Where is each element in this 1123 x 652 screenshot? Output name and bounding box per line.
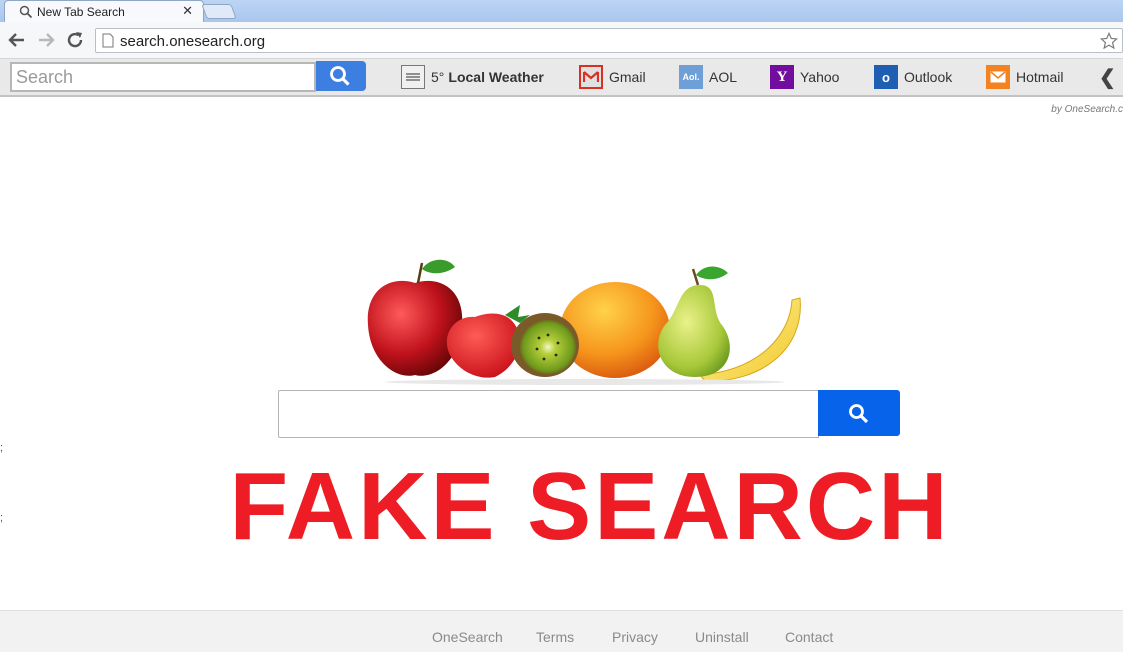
new-tab-button[interactable]	[201, 4, 237, 19]
toolbar-link-yahoo[interactable]: Y Yahoo	[770, 64, 839, 90]
footer-link-uninstall[interactable]: Uninstall	[695, 629, 749, 645]
aol-icon: Aol.	[679, 65, 703, 89]
link-label: Hotmail	[1016, 69, 1064, 85]
bookmark-star-icon[interactable]	[1100, 32, 1118, 50]
gmail-icon	[579, 65, 603, 89]
reload-icon[interactable]	[63, 28, 87, 52]
byline: by OneSearch.c	[1051, 104, 1123, 115]
fake-search-banner: FAKE SEARCH	[229, 453, 951, 560]
back-arrow-icon[interactable]	[5, 28, 29, 52]
footer-link-onesearch[interactable]: OneSearch	[432, 629, 503, 645]
onesearch-toolbar: 5° Local Weather Gmail Aol. AOL Y Yahoo …	[0, 59, 1123, 97]
search-icon	[330, 66, 350, 86]
link-label: Outlook	[904, 69, 953, 85]
url-text: search.onesearch.org	[120, 33, 266, 50]
toolbar-link-gmail[interactable]: Gmail	[579, 64, 646, 90]
stray-text: ;	[0, 512, 4, 524]
link-label: Yahoo	[800, 69, 840, 85]
toolbar-link-hotmail[interactable]: Hotmail	[986, 64, 1063, 90]
weather-widget[interactable]: 5° Local Weather	[401, 64, 544, 90]
toolbar-search-input[interactable]	[10, 62, 316, 92]
toolbar-link-outlook[interactable]: o Outlook	[874, 64, 952, 90]
yahoo-icon: Y	[770, 65, 794, 89]
hotmail-icon	[986, 65, 1010, 89]
stray-text: ;	[0, 442, 4, 454]
toolbar-collapse-icon[interactable]: ❮	[1099, 65, 1116, 90]
footer-link-terms[interactable]: Terms	[536, 629, 574, 645]
toolbar-link-aol[interactable]: Aol. AOL	[679, 64, 737, 90]
address-bar[interactable]: search.onesearch.org	[95, 28, 1123, 53]
page-icon	[102, 33, 114, 48]
search-icon	[849, 404, 869, 424]
weather-icon	[401, 65, 425, 89]
forward-arrow-icon[interactable]	[34, 28, 58, 52]
footer-link-contact[interactable]: Contact	[785, 629, 833, 645]
tab-title: New Tab Search	[37, 5, 125, 19]
browser-title-bar: New Tab Search ✕	[0, 0, 1123, 24]
navigation-bar: search.onesearch.org	[0, 22, 1123, 59]
search-icon	[19, 5, 33, 19]
link-label: AOL	[709, 69, 738, 85]
main-search-button[interactable]	[818, 390, 900, 436]
tab-close-icon[interactable]: ✕	[182, 3, 193, 19]
browser-tab[interactable]: New Tab Search ✕	[4, 0, 204, 24]
footer: OneSearch Terms Privacy Uninstall Contac…	[0, 610, 1123, 652]
link-label: Gmail	[609, 69, 646, 85]
toolbar-search-button[interactable]	[316, 61, 366, 91]
weather-temp: 5°	[431, 69, 445, 85]
fruit-logo-image	[367, 259, 801, 385]
footer-link-privacy[interactable]: Privacy	[612, 629, 658, 645]
main-search-input[interactable]	[278, 390, 819, 438]
weather-label: Local Weather	[448, 69, 544, 85]
outlook-icon: o	[874, 65, 898, 89]
